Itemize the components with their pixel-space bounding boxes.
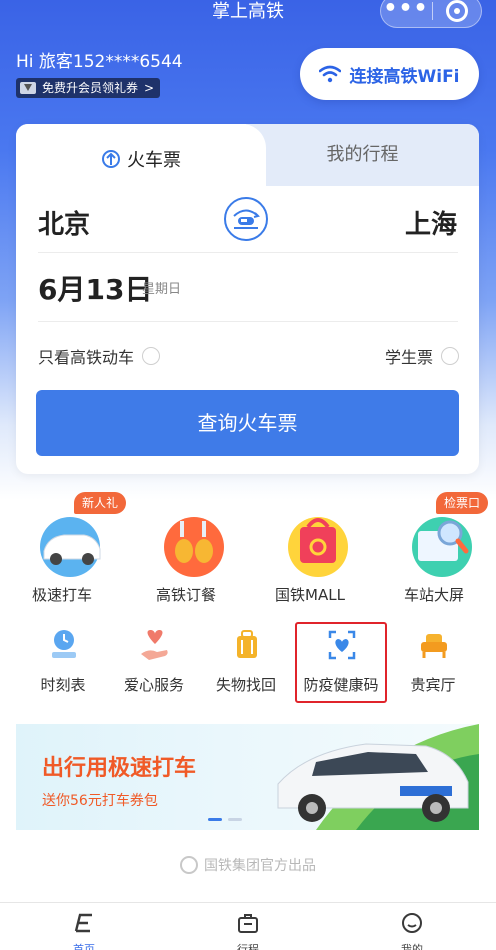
tools-row: 时刻表 爱心服务 失物找回 防疫健康码 贵宾厅 [0,620,496,710]
capsule-divider [432,2,433,20]
divider [38,321,458,322]
vip-lounge-icon [421,634,447,658]
tool-lost-found[interactable]: 失物找回 [201,620,291,700]
vip-diamond-icon [20,82,36,94]
more-icon[interactable]: ••• [381,0,431,27]
service-label: 国铁MALL [275,586,345,604]
lost-luggage-icon [237,630,257,658]
tool-label: 失物找回 [215,676,276,694]
tab-my-trips[interactable]: 我的行程 [246,124,479,186]
tab-profile-label: 我的 [401,943,423,950]
banner-page-indicator [208,818,242,821]
bottom-tab-bar: 首页 行程 我的 [0,902,496,950]
ticket-search-card: 我的行程 火车票 北京 上海 6月13日 星期日 只看高铁动车 学生票 查询火车… [16,124,479,474]
close-icon[interactable] [446,0,468,22]
service-label: 极速打车 [31,586,92,604]
to-city[interactable]: 上海 [405,204,457,241]
chevron-right-icon: > [144,81,155,95]
mini-program-capsule: ••• [380,0,482,28]
member-promo-badge[interactable]: 免费升会员领礼券 > [16,78,161,98]
tab-profile[interactable]: 我的 [352,903,472,950]
tab-trips-label: 行程 [237,943,259,950]
train-swap-icon [233,209,260,229]
from-city[interactable]: 北京 [38,204,90,241]
tool-label: 爱心服务 [123,676,184,694]
route-row: 北京 上海 [16,194,479,256]
banner-subline: 送你56元打车券包 [42,793,158,809]
service-station-screen[interactable]: 检票口 车站大屏 [384,492,489,605]
railway-logo-icon [180,856,198,874]
banner-headline: 出行用极速打车 [42,756,197,781]
tab-train-tickets-label: 火车票 [127,150,181,171]
student-ticket-label: 学生票 [384,348,433,367]
smiley-profile-icon [402,913,422,933]
departure-date[interactable]: 6月13日 [38,268,152,308]
high-speed-only-label: 只看高铁动车 [38,348,135,367]
railway-logo-icon [102,150,120,168]
search-tickets-button[interactable]: 查询火车票 [36,390,459,456]
timetable-icon [52,630,76,658]
service-label: 高铁订餐 [155,586,216,604]
service-label: 车站大屏 [403,586,464,604]
home-icon [74,913,92,933]
title-bar: 掌上高铁 ••• [0,0,496,32]
services-row: 新人礼 极速打车 高铁订餐 国铁MALL 检票口 车站大屏 [0,492,496,605]
high-speed-only-radio[interactable] [142,347,161,365]
official-provider: 国铁集团官方出品 [0,855,496,875]
wifi-button-label: 连接高铁WiFi [349,66,460,87]
tool-label: 时刻表 [40,676,86,694]
connect-wifi-button[interactable]: 连接高铁WiFi [300,48,479,100]
user-greeting: Hi 旅客152****6544 [16,52,183,72]
tool-vip-lounge[interactable]: 贵宾厅 [388,620,478,700]
student-ticket-option[interactable]: 学生票 [385,344,459,368]
student-ticket-radio[interactable] [441,347,459,365]
taxi-promo-banner[interactable]: 出行用极速打车 送你56元打车券包 [16,724,479,830]
health-code-highlight-box [295,622,387,703]
service-mall[interactable]: 国铁MALL [260,495,360,605]
wifi-icon [319,65,342,83]
high-speed-only-option[interactable]: 只看高铁动车 [38,344,161,368]
station-screen-icon [412,517,472,577]
tool-care-service[interactable]: 爱心服务 [109,620,199,700]
swap-cities-button[interactable] [224,197,268,241]
divider [38,252,458,253]
service-meal[interactable]: 高铁订餐 [136,495,236,605]
official-provider-label: 国铁集团官方出品 [204,858,316,874]
tab-home-label: 首页 [73,943,95,950]
briefcase-icon [238,914,258,933]
service-taxi[interactable]: 新人礼 极速打车 [12,492,127,605]
taxi-icon [40,517,101,577]
tab-trips[interactable]: 行程 [188,903,308,950]
tab-train-tickets[interactable]: 火车票 [16,124,266,194]
shopping-bag-icon [288,517,348,577]
departure-weekday: 星期日 [142,282,182,297]
heart-hand-icon [141,630,168,660]
new-user-gift-badge: 新人礼 [74,492,127,514]
tool-label: 贵宾厅 [410,676,456,694]
tool-timetable[interactable]: 时刻表 [18,620,108,700]
member-promo-label: 免费升会员领礼券 [42,81,139,95]
meal-icon [164,517,224,577]
check-in-gate-badge: 检票口 [436,492,489,514]
tab-home[interactable]: 首页 [24,903,144,950]
